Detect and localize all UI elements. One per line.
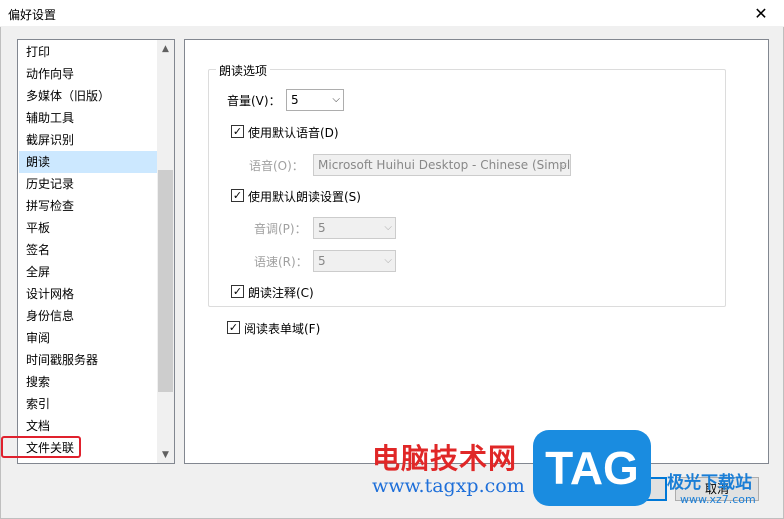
use-default-settings-checkbox[interactable]: ✓	[231, 189, 244, 202]
category-item[interactable]: 截屏识别	[19, 129, 157, 151]
volume-label: 音量(V)：	[227, 94, 281, 108]
category-item[interactable]: 全屏	[19, 261, 157, 283]
scroll-thumb[interactable]	[158, 170, 173, 392]
category-item[interactable]: 朗读	[19, 151, 157, 173]
scroll-up-icon[interactable]: ▲	[157, 40, 174, 57]
chevron-down-icon: ⌵	[384, 255, 392, 266]
category-scrollbar[interactable]: ▲ ▼	[157, 40, 174, 463]
category-list[interactable]: 打印 动作向导 多媒体（旧版） 辅助工具 截屏识别 朗读 历史记录 拼写检查 平板 签名 全屏 设计网…	[17, 39, 175, 464]
use-default-voice-label: 使用默认语音(D)	[248, 126, 339, 140]
category-item[interactable]: 辅助工具	[19, 107, 157, 129]
category-item[interactable]: 设计网格	[19, 283, 157, 305]
category-item[interactable]: 搜索	[19, 371, 157, 393]
volume-select[interactable]: 5 ⌵	[286, 89, 344, 111]
title-bar: 偏好设置 ✕	[0, 0, 784, 27]
voice-select[interactable]: Microsoft Huihui Desktop - Chinese (Simp…	[313, 154, 571, 176]
chevron-down-icon: ⌵	[332, 94, 340, 105]
read-comments-label: 朗读注释(C)	[248, 286, 314, 300]
rate-label: 语速(R)：	[254, 255, 308, 269]
use-default-voice-checkbox[interactable]: ✓	[231, 125, 244, 138]
watermark-cn-text: 电脑技术网	[372, 442, 518, 475]
rate-select[interactable]: 5 ⌵	[313, 250, 396, 272]
chevron-down-icon: ⌵	[384, 222, 392, 233]
watermark-site-name: 极光下载站	[667, 473, 752, 493]
category-item[interactable]: 平板	[19, 217, 157, 239]
scroll-down-icon[interactable]: ▼	[157, 446, 174, 463]
watermark-url: www.tagxp.com	[372, 475, 525, 497]
read-options-group: 朗读选项 音量(V)： 5 ⌵ ✓ 使用默认语音(D) 语音(O)： Micros…	[208, 62, 726, 307]
read-comments-checkbox[interactable]: ✓	[231, 285, 244, 298]
watermark-tag-logo: TAG	[533, 430, 651, 506]
pitch-label: 音调(P)：	[254, 222, 307, 236]
category-item[interactable]: 动作向导	[19, 63, 157, 85]
read-form-fields-checkbox[interactable]: ✓	[227, 321, 240, 334]
category-item[interactable]: 打印	[19, 41, 157, 63]
category-item[interactable]: 索引	[19, 393, 157, 415]
voice-label: 语音(O)：	[249, 159, 304, 173]
highlight-annotation	[1, 436, 81, 458]
pitch-select[interactable]: 5 ⌵	[313, 217, 396, 239]
category-item[interactable]: 文档	[19, 415, 157, 437]
close-button[interactable]: ✕	[738, 0, 784, 27]
category-item[interactable]: 拼写检查	[19, 195, 157, 217]
category-item[interactable]: 身份信息	[19, 305, 157, 327]
window-title: 偏好设置	[8, 8, 57, 22]
settings-panel: 朗读选项 音量(V)： 5 ⌵ ✓ 使用默认语音(D) 语音(O)： Micros…	[184, 39, 769, 464]
category-item[interactable]: 历史记录	[19, 173, 157, 195]
use-default-settings-label: 使用默认朗读设置(S)	[248, 190, 361, 204]
read-form-fields-label: 阅读表单域(F)	[244, 322, 321, 336]
category-item[interactable]: 时间戳服务器	[19, 349, 157, 371]
watermark-site-url: www.xz7.com	[680, 493, 756, 506]
category-item[interactable]: 签名	[19, 239, 157, 261]
category-item[interactable]: 审阅	[19, 327, 157, 349]
category-item[interactable]: 多媒体（旧版）	[19, 85, 157, 107]
chevron-down-icon: ⌵	[559, 159, 567, 170]
group-title: 朗读选项	[216, 62, 271, 79]
